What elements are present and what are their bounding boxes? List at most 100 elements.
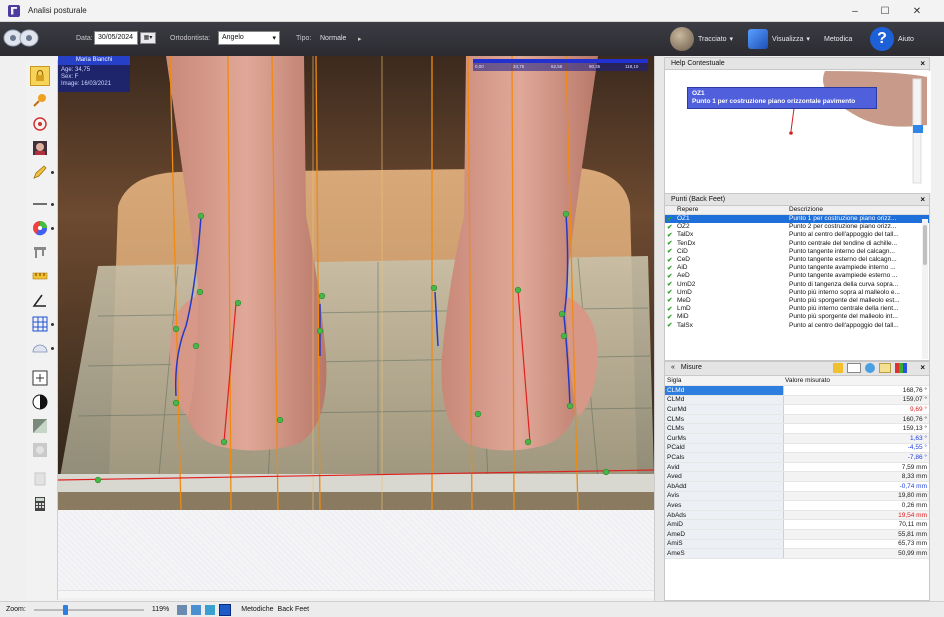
close-icon[interactable]: ×: [920, 363, 925, 372]
table-row[interactable]: CLMd 159,07 °: [665, 395, 929, 406]
table-row[interactable]: ✔ TalSx Punto al centro dell'appoggio del …: [665, 321, 929, 330]
table-row[interactable]: ✔ UmD Punto più interno sopra al malleolo …: [665, 288, 929, 297]
measure-value: 65,73 mm: [783, 539, 929, 550]
table-row[interactable]: Aves 0,26 mm: [665, 500, 929, 511]
table-row[interactable]: AbAdd -0,74 mm: [665, 481, 929, 492]
table-row[interactable]: ✔ CiD Punto tangente interno del calcagn..…: [665, 247, 929, 256]
horizontal-scrollbar[interactable]: [58, 590, 654, 598]
table-row[interactable]: AmiD 70,11 mm: [665, 519, 929, 530]
table-row[interactable]: ✔ AiD Punto tangente avampiede interno ...: [665, 264, 929, 272]
table-row[interactable]: CurMs 1,63 °: [665, 433, 929, 444]
scale-tick-1: 34,75: [513, 64, 525, 69]
scale-tick-3: 90,35: [589, 64, 601, 69]
tracciato-button[interactable]: Tracciato ▾: [670, 25, 733, 53]
points-scrollbar-thumb[interactable]: [923, 225, 927, 265]
zoom-actual-icon[interactable]: [219, 603, 232, 616]
table-row[interactable]: ✔ LmD Punto più interno centrale della rie…: [665, 305, 929, 313]
color-legend-icon[interactable]: [895, 363, 907, 373]
visualizza-button[interactable]: Visualizza ▾: [748, 25, 810, 53]
point-desc: Punto al centro dell'appoggio del tall..…: [789, 321, 899, 329]
table-row[interactable]: PCald -4,55 °: [665, 443, 929, 454]
metodica-button[interactable]: Metodica: [824, 25, 852, 53]
type-dropdown-icon[interactable]: ▸: [358, 35, 362, 43]
table-row[interactable]: ✔ OZ1 Punto 1 per costruzione piano orizz.…: [665, 214, 929, 223]
table-icon[interactable]: [847, 363, 861, 373]
collapse-icon[interactable]: «: [671, 364, 675, 371]
settings-icon[interactable]: [865, 363, 875, 373]
table-row[interactable]: ✔ MeD Punto più sporgente del malleolo est…: [665, 296, 929, 305]
orthodontist-select[interactable]: Angelo ▾: [218, 31, 280, 45]
table-row[interactable]: AmeD 55,81 mm: [665, 529, 929, 540]
ruler-icon[interactable]: [30, 266, 50, 286]
line-tool-icon[interactable]: [30, 194, 54, 214]
table-row[interactable]: Avis 19,80 mm: [665, 491, 929, 502]
lock-icon[interactable]: [30, 66, 50, 86]
chart-icon[interactable]: [833, 363, 843, 373]
table-row[interactable]: CLMs 160,76 °: [665, 414, 929, 425]
fit-view-icon[interactable]: [30, 368, 50, 388]
scale-tick-0: 0,00: [475, 64, 484, 69]
table-row[interactable]: AbAds 19,54 mm: [665, 510, 929, 521]
pencil-icon[interactable]: [30, 162, 54, 182]
table-row[interactable]: ✔ AeD Punto tangente avampiede esterno ...: [665, 272, 929, 280]
table-row[interactable]: ✔ MiD Punto più sporgente del malleolo int…: [665, 313, 929, 321]
help-panel-header: Help Contestuale ×: [665, 58, 929, 70]
measure-value: 19,54 mm: [783, 510, 929, 521]
zoom-out-icon[interactable]: [205, 604, 216, 615]
table-row[interactable]: CurMd 9,69 °: [665, 404, 929, 415]
table-row[interactable]: ✔ CeD Punto tangente esterno del calcagn..…: [665, 255, 929, 264]
contrast-icon[interactable]: [30, 392, 50, 412]
grid-icon[interactable]: [30, 314, 54, 334]
image-canvas[interactable]: Maria Bianchi Age: 34,75 Sex: F Image: 1…: [58, 56, 654, 598]
zoom-fit-icon[interactable]: [177, 604, 188, 615]
measures-table: Sigla Valore misurato CLMd 168,76 ° CLMd 15…: [665, 376, 929, 559]
check-icon: ✔: [665, 214, 675, 223]
points-table: Repere Descrizione ✔ OZ1 Punto 1 per costr…: [665, 206, 929, 329]
measure-value: 7,59 mm: [783, 462, 929, 473]
zoom-in-icon[interactable]: [191, 604, 202, 615]
calendar-icon[interactable]: ▦▾: [140, 32, 156, 44]
face-photo-icon[interactable]: [30, 138, 50, 158]
folder-icon[interactable]: [879, 363, 891, 373]
table-row[interactable]: ✔ OZ2 Punto 2 per costruzione piano orizz.…: [665, 223, 929, 231]
date-field[interactable]: 30/05/2024: [94, 31, 138, 45]
close-icon[interactable]: ×: [920, 59, 925, 68]
measure-code: AmeD: [665, 529, 784, 540]
close-button[interactable]: ✕: [902, 0, 932, 22]
table-row[interactable]: AmiS 65,73 mm: [665, 539, 929, 550]
table-row[interactable]: CLMs 159,13 °: [665, 423, 929, 435]
table-row[interactable]: Avid 7,59 mm: [665, 462, 929, 473]
minimize-button[interactable]: –: [840, 0, 870, 22]
table-row[interactable]: ✔ TalDx Punto al centro dell'appoggio del …: [665, 231, 929, 239]
image-adjust-icon[interactable]: [30, 416, 50, 436]
color-picker-icon[interactable]: [30, 218, 54, 238]
zoom-slider-thumb[interactable]: [62, 604, 68, 615]
points-scrollbar[interactable]: [922, 219, 928, 359]
table-row[interactable]: ✔ UmD2 Punto di tangenza della curva sopra…: [665, 280, 929, 289]
target-icon[interactable]: [30, 114, 50, 134]
aiuto-button[interactable]: ? Aiuto: [870, 25, 914, 53]
calculator-icon[interactable]: [30, 494, 50, 514]
caliper-icon[interactable]: [30, 242, 50, 262]
type-value[interactable]: Normale: [320, 35, 346, 42]
measures-panel-header: « Misure ×: [665, 362, 929, 376]
panel-splitter[interactable]: [654, 56, 664, 601]
protractor-icon[interactable]: [30, 338, 54, 358]
table-row[interactable]: CLMd 168,76 °: [665, 385, 929, 396]
table-row[interactable]: AmeS 50,99 mm: [665, 548, 929, 559]
scale-tick-2: 62,55: [551, 64, 563, 69]
pick-point-icon[interactable]: [30, 90, 50, 110]
zoom-slider[interactable]: [33, 604, 144, 615]
angle-icon[interactable]: [30, 290, 50, 310]
method-label: Metodiche: [241, 606, 274, 613]
close-icon[interactable]: ×: [920, 195, 925, 204]
app-icon: [8, 4, 20, 17]
point-desc: Punto 1 per costruzione piano orizz...: [787, 214, 929, 223]
table-row[interactable]: PCals -7,86 °: [665, 452, 929, 463]
back-feet-photo[interactable]: Maria Bianchi Age: 34,75 Sex: F Image: 1…: [58, 56, 654, 510]
maximize-button[interactable]: ☐: [870, 0, 900, 22]
table-row[interactable]: Aved 8,33 mm: [665, 471, 929, 483]
copy-icon[interactable]: [30, 470, 50, 490]
mask-icon[interactable]: [30, 440, 50, 460]
table-row[interactable]: ✔ TenDx Punto centrale del tendine di achi…: [665, 239, 929, 248]
